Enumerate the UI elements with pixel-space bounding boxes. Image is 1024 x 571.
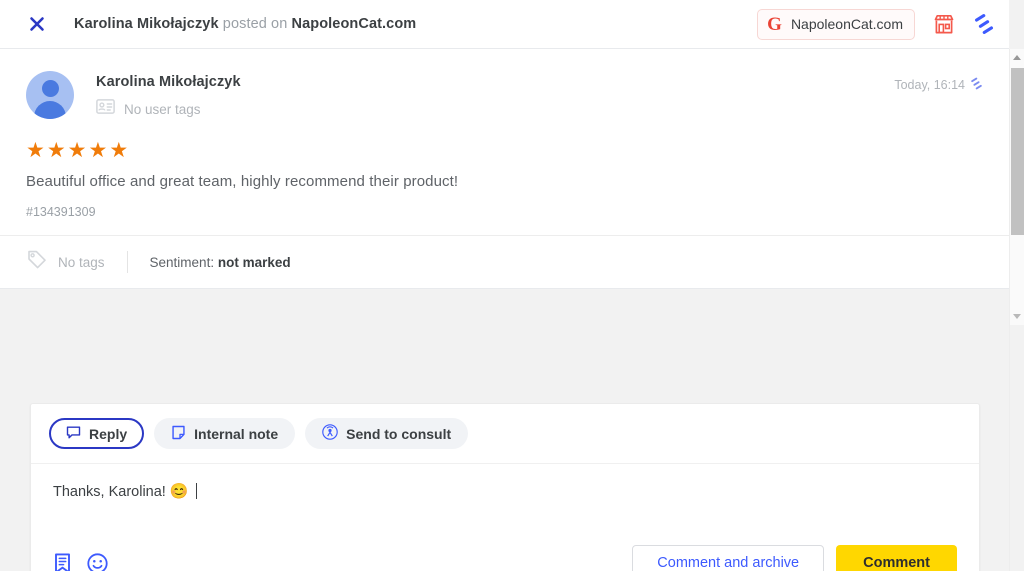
reply-message-input[interactable]: Thanks, Karolina! 😊: [31, 464, 979, 530]
star-icon: ★: [26, 140, 45, 161]
review-message-body: Karolina Mikołajczyk No user tag: [0, 49, 1009, 235]
sentiment-value: not marked: [218, 255, 291, 270]
divider: [127, 251, 128, 273]
header-posted-on: posted on: [223, 16, 288, 32]
profile-badge[interactable]: G NapoleonCat.com: [757, 9, 915, 40]
tab-internal-note-label: Internal note: [194, 426, 278, 442]
id-card-icon: [96, 99, 115, 119]
scroll-up-arrow-icon[interactable]: [1010, 49, 1024, 66]
emoji-picker-icon[interactable]: [87, 553, 108, 571]
reply-message-emoji: 😊: [170, 483, 189, 500]
review-id: #134391309: [26, 205, 983, 219]
saved-replies-bookmark-icon[interactable]: [53, 553, 72, 571]
review-author-name: Karolina Mikołajczyk: [96, 74, 241, 90]
page-title: Karolina Mikołajczyk posted on NapoleonC…: [74, 16, 416, 32]
message-timestamp: Today, 16:14: [894, 77, 983, 93]
review-message-card: Karolina Mikołajczyk No user tag: [0, 49, 1009, 289]
composer-actions: Comment and archive Comment: [632, 545, 957, 571]
composer-tool-icons: [53, 553, 108, 571]
review-author-meta: Karolina Mikołajczyk No user tag: [96, 71, 241, 119]
tags-label: No tags: [58, 255, 105, 270]
timestamp-text: Today, 16:14: [894, 78, 965, 92]
star-icon: ★: [109, 140, 128, 161]
napoleoncat-logo-icon: [970, 77, 983, 93]
conversation-scroll-area: Karolina Mikołajczyk No user tag: [0, 49, 1009, 571]
close-icon[interactable]: [26, 13, 48, 35]
speech-bubble-icon: [66, 425, 81, 443]
text-cursor: [196, 483, 197, 499]
profile-badge-label: NapoleonCat.com: [791, 16, 903, 32]
tab-send-to-consult-label: Send to consult: [346, 426, 451, 442]
google-g-logo: G: [767, 15, 782, 34]
comment-and-archive-button[interactable]: Comment and archive: [632, 545, 824, 571]
review-text: Beautiful office and great team, highly …: [26, 173, 983, 190]
panel-header: Karolina Mikołajczyk posted on NapoleonC…: [0, 0, 1009, 49]
review-detail-panel: Karolina Mikołajczyk posted on NapoleonC…: [0, 0, 1024, 571]
tag-icon: [26, 250, 47, 275]
scroll-down-arrow-icon[interactable]: [1010, 308, 1024, 325]
scrollbar-thumb[interactable]: [1011, 68, 1024, 235]
sentiment-control[interactable]: Sentiment: not marked: [150, 255, 291, 270]
star-rating: ★ ★ ★ ★ ★: [26, 140, 983, 161]
note-icon: [171, 425, 186, 443]
header-author-name: Karolina Mikołajczyk: [74, 16, 219, 32]
star-icon: ★: [47, 140, 66, 161]
header-platform-name: NapoleonCat.com: [292, 16, 417, 32]
napoleoncat-logo-icon[interactable]: [973, 13, 995, 35]
broadcast-icon: [322, 424, 338, 443]
avatar: [26, 71, 74, 119]
scrollbar-track-lower[interactable]: [1010, 325, 1024, 571]
tab-send-to-consult[interactable]: Send to consult: [305, 418, 468, 449]
tab-reply[interactable]: Reply: [49, 418, 144, 449]
composer-tabs: Reply Internal note: [31, 404, 979, 464]
tab-reply-label: Reply: [89, 426, 127, 442]
reply-message-text: Thanks, Karolina!: [53, 484, 170, 500]
storefront-icon[interactable]: [933, 14, 955, 35]
user-tags-label: No user tags: [124, 102, 201, 117]
user-tags-row[interactable]: No user tags: [96, 99, 241, 119]
tags-sentiment-bar: No tags Sentiment: not marked: [0, 235, 1009, 288]
sentiment-label: Sentiment:: [150, 255, 215, 270]
vertical-scrollbar[interactable]: [1009, 49, 1024, 571]
tags-control[interactable]: No tags: [26, 250, 105, 275]
tab-internal-note[interactable]: Internal note: [154, 418, 295, 449]
star-icon: ★: [88, 140, 107, 161]
comment-button[interactable]: Comment: [836, 545, 957, 571]
reply-composer: Reply Internal note: [30, 403, 980, 571]
review-author-row: Karolina Mikołajczyk No user tag: [26, 71, 983, 119]
composer-footer: Comment and archive Comment: [31, 530, 979, 571]
header-right-actions: G NapoleonCat.com: [757, 9, 995, 40]
star-icon: ★: [68, 140, 87, 161]
